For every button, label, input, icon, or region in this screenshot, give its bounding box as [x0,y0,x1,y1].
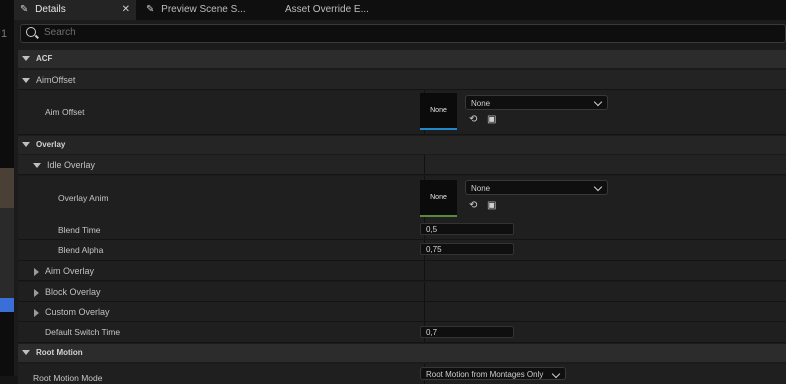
tab-label: Details [35,4,66,15]
group-custom-overlay[interactable]: Custom Overlay [18,302,786,322]
pencil-icon: ✎ [20,4,29,15]
property-label: Overlay Anim [58,193,109,203]
folder-search-icon[interactable]: ▣ [487,201,497,211]
asset-thumbnail[interactable]: None [420,93,457,130]
combo-value: None [471,184,491,193]
group-aimoffset[interactable]: AimOffset [18,70,786,90]
group-label: AimOffset [36,75,76,85]
viewport-number: 1 [1,28,8,40]
group-label: Custom Overlay [45,307,110,317]
chevron-down-icon [22,350,30,356]
chevron-down-icon [551,369,561,379]
root-motion-mode-combo[interactable]: Root Motion from Montages Only [420,367,566,380]
property-label: Blend Time [58,224,101,235]
property-label: Root Motion Mode [33,373,103,383]
property-aim-offset: Aim Offset None None ⟲ ▣ [18,90,786,135]
browse-arrow-icon[interactable]: ⟲ [469,115,479,125]
browse-arrow-icon[interactable]: ⟲ [469,201,479,211]
chevron-right-icon [34,308,39,317]
category-acf[interactable]: ACF [18,50,786,68]
category-label: Overlay [36,140,66,149]
viewport-image-dark [0,208,14,298]
pencil-icon: ✎ [146,4,155,15]
chevron-down-icon [33,163,41,169]
property-overlay-anim: Overlay Anim None None ⟲ ▣ [18,176,786,221]
asset-picker-combo[interactable]: None [465,95,608,110]
default-switch-time-input[interactable]: 0,7 [420,326,514,338]
tab-label: Preview Scene S... [161,4,246,15]
blend-time-input[interactable]: 0,5 [420,223,514,235]
asset-picker-combo[interactable]: None [465,180,608,195]
chevron-down-icon [22,78,30,84]
chevron-right-icon [34,267,39,276]
tab-asset-override[interactable]: Asset Override E... [285,0,395,20]
chevron-down-icon [22,56,30,62]
property-default-switch-time: Default Switch Time 0,7 [18,322,786,343]
tab-preview-scene[interactable]: ✎ Preview Scene S... [142,0,272,20]
column-divider [424,261,425,280]
property-label: Aim Offset [45,107,85,117]
property-label: Blend Alpha [58,245,104,255]
viewport-selection [0,298,14,312]
category-overlay[interactable]: Overlay [18,136,786,154]
group-label: Idle Overlay [47,160,96,170]
group-label: Block Overlay [45,287,101,297]
close-icon[interactable]: ✕ [122,0,130,20]
tab-details[interactable]: ✎ Details ✕ [14,0,136,20]
viewport-edge: 1 [0,0,14,376]
group-label: Aim Overlay [45,266,95,276]
blend-alpha-input[interactable]: 0,75 [420,243,514,255]
viewport-image [0,168,14,208]
group-idle-overlay[interactable]: Idle Overlay [18,155,786,175]
group-aim-overlay[interactable]: Aim Overlay [18,261,786,281]
chevron-down-icon [22,142,30,148]
details-panel: Search ACF AimOffset Aim Offset None Non… [14,20,786,384]
search-icon [26,27,36,37]
property-blend-alpha: Blend Alpha 0,75 [18,240,786,261]
folder-search-icon[interactable]: ▣ [487,115,497,125]
property-root-motion-mode: Root Motion Mode Root Motion from Montag… [18,364,786,384]
property-blend-time: Blend Time 0,5 [18,220,786,240]
group-block-overlay[interactable]: Block Overlay [18,282,786,302]
column-divider [424,282,425,301]
column-divider [424,302,425,321]
combo-value: Root Motion from Montages Only [426,370,544,379]
asset-thumbnail[interactable]: None [420,180,457,217]
column-divider [424,155,425,174]
property-label: Default Switch Time [45,327,121,337]
tab-bar: ✎ Details ✕ ✎ Preview Scene S... Asset O… [14,0,786,20]
category-label: Root Motion [36,348,83,357]
chevron-down-icon [593,97,603,107]
search-placeholder: Search [44,27,76,38]
tab-label: Asset Override E... [285,4,369,15]
category-root-motion[interactable]: Root Motion [18,344,786,362]
combo-value: None [471,99,491,108]
search-input[interactable]: Search [20,24,786,43]
chevron-right-icon [34,288,39,297]
chevron-down-icon [593,182,603,192]
category-label: ACF [36,54,53,63]
